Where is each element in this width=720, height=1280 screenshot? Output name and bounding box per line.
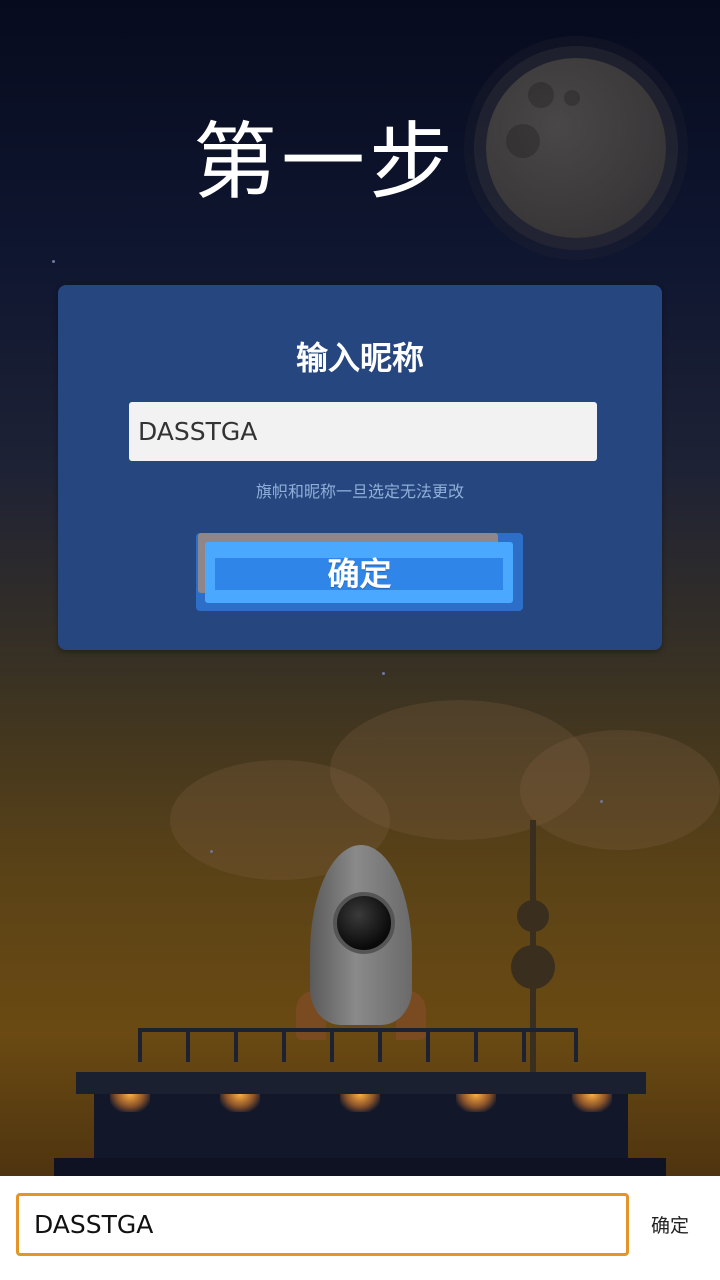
lamp-light xyxy=(110,1094,150,1112)
lamp-light xyxy=(456,1094,496,1112)
star xyxy=(382,672,385,675)
nickname-input[interactable]: DASSTGA xyxy=(129,402,597,461)
confirm-button-label: 确定 xyxy=(327,555,392,593)
launch-platform-deck xyxy=(76,1072,646,1094)
ground xyxy=(54,1158,666,1176)
rail-post xyxy=(378,1028,382,1062)
tv-tower-sphere xyxy=(517,900,549,932)
cloud xyxy=(520,730,720,850)
rail-post xyxy=(474,1028,478,1062)
lamp-light xyxy=(340,1094,380,1112)
nickname-hint: 旗帜和昵称一旦选定无法更改 xyxy=(255,482,464,501)
confirm-button[interactable]: 确定 xyxy=(196,533,523,611)
rail-post xyxy=(282,1028,286,1062)
lamp-light xyxy=(572,1094,612,1112)
rocket-window xyxy=(333,892,395,954)
star xyxy=(52,260,55,263)
step-title: 第一步 xyxy=(192,113,457,211)
rail-post xyxy=(330,1028,334,1062)
rail-post xyxy=(426,1028,430,1062)
rail-post xyxy=(234,1028,238,1062)
lamp-light xyxy=(220,1094,260,1112)
ime-confirm-button[interactable]: 确定 xyxy=(640,1210,700,1242)
launch-platform-rail xyxy=(138,1028,578,1062)
ime-text-field[interactable]: DASSTGA xyxy=(16,1193,629,1256)
rail-post xyxy=(522,1028,526,1062)
rail-post xyxy=(186,1028,190,1062)
dialog-heading: 输入昵称 xyxy=(295,339,424,377)
tv-tower-sphere xyxy=(511,945,555,989)
